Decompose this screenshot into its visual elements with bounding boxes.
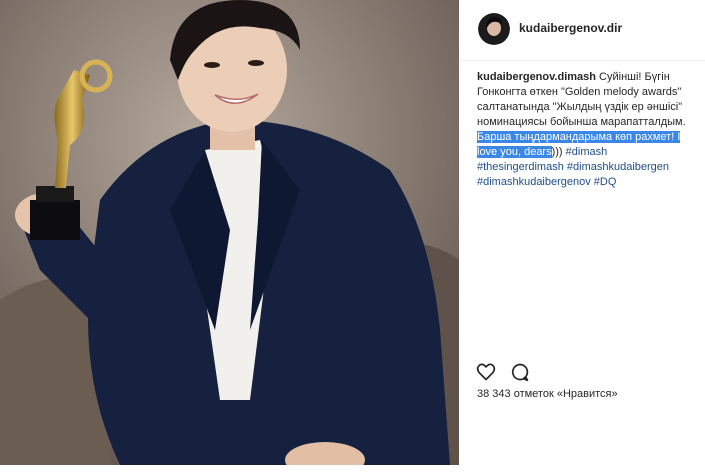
avatar[interactable]	[478, 13, 510, 45]
likes-count[interactable]: 38 343 отметок «Нравится»	[477, 388, 618, 400]
post-sidebar: kudaibergenov.dir kudaibergenov.dimash С…	[459, 0, 705, 473]
post-actions	[476, 362, 540, 384]
post-header: kudaibergenov.dir	[459, 0, 705, 61]
caption-author-link[interactable]: kudaibergenov.dimash	[477, 71, 596, 83]
username-link[interactable]: kudaibergenov.dir	[519, 21, 622, 35]
post-photo	[0, 0, 459, 465]
post-caption: kudaibergenov.dimash Суйінші! Бүгін Гонк…	[477, 70, 692, 190]
comment-icon[interactable]	[510, 362, 530, 387]
heart-icon[interactable]	[476, 362, 496, 387]
caption-text-after: )))	[551, 146, 566, 158]
